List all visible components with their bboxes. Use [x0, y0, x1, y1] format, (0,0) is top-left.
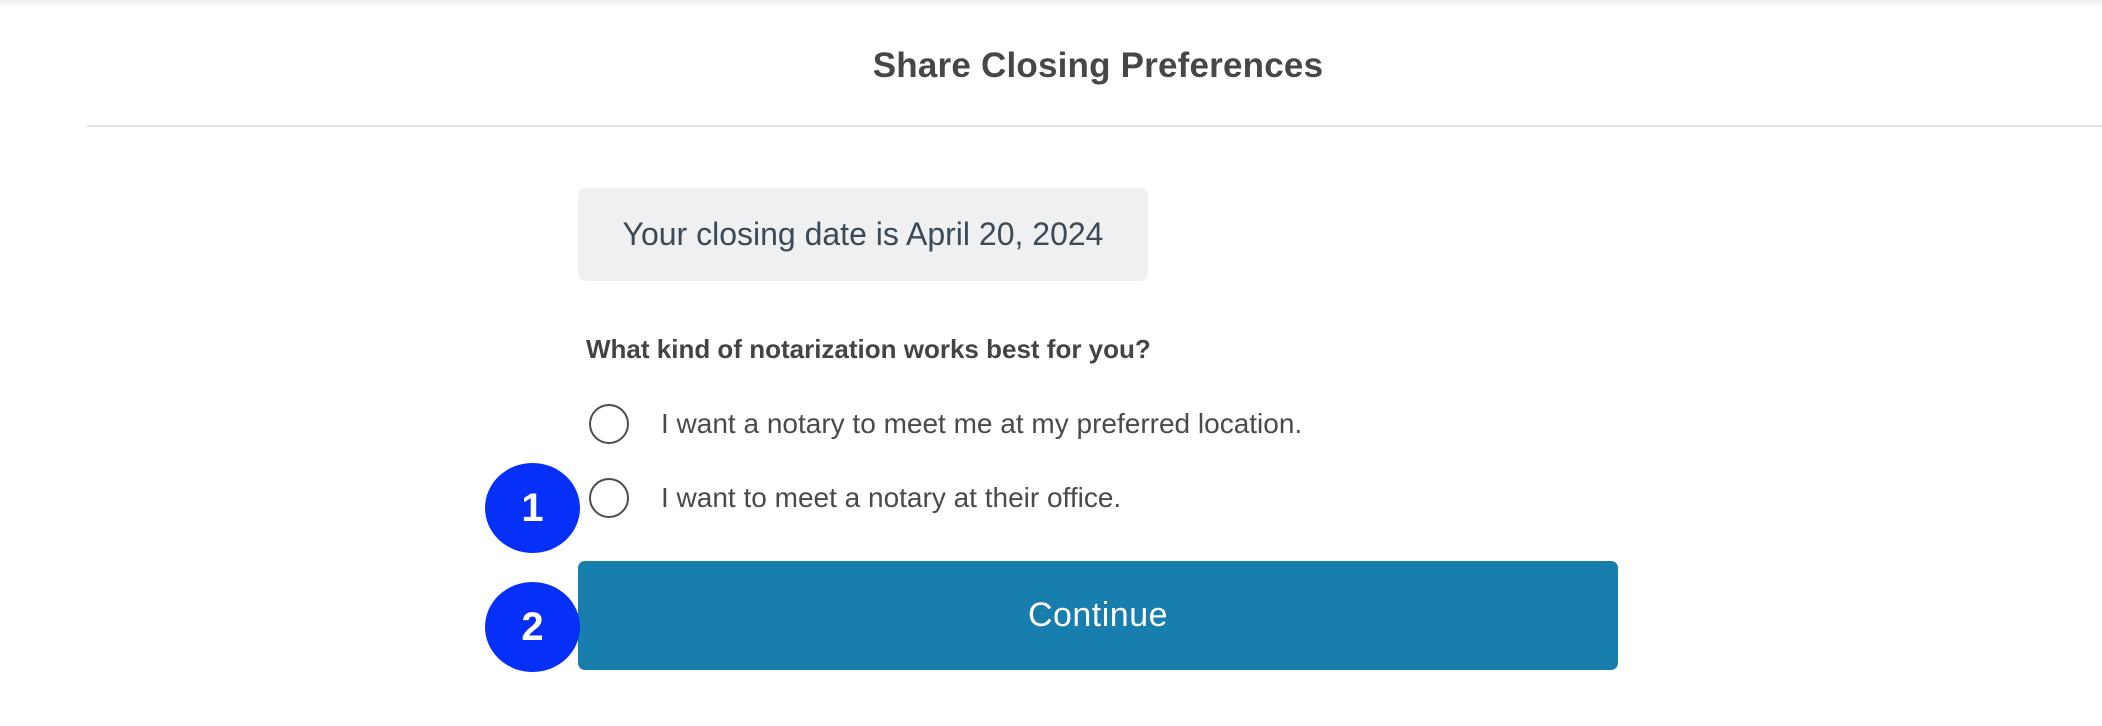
notarization-question: What kind of notarization works best for…	[586, 334, 1151, 364]
closing-date-text: Your closing date is April 20, 2024	[622, 216, 1104, 252]
page-title: Share Closing Preferences	[872, 46, 1324, 85]
closing-date-box: Your closing date is April 20, 2024	[578, 188, 1148, 281]
top-shadow	[0, 0, 2102, 8]
continue-button[interactable]: Continue	[578, 561, 1618, 670]
annotation-marker-1: 1	[485, 463, 580, 553]
radio-button[interactable]	[589, 478, 629, 518]
annotation-marker-2: 2	[485, 582, 580, 672]
option-label: I want to meet a notary at their office.	[661, 482, 1122, 513]
option-label: I want a notary to meet me at my preferr…	[661, 408, 1303, 439]
radio-button[interactable]	[589, 404, 629, 444]
header-divider	[87, 125, 2102, 127]
notarization-option-notary-office[interactable]: I want to meet a notary at their office.	[589, 475, 1121, 521]
notarization-option-preferred-location[interactable]: I want a notary to meet me at my preferr…	[589, 401, 1302, 447]
